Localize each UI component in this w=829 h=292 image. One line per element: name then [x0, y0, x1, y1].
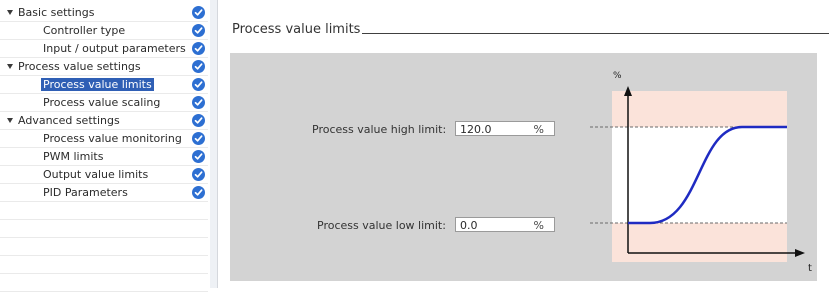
tree-item[interactable]: Advanced settings	[0, 112, 208, 130]
tree-item[interactable]: Input / output parameters	[0, 40, 208, 58]
tree-item-label: PID Parameters	[43, 186, 128, 199]
panel-splitter[interactable]	[210, 0, 218, 288]
tree-item-label: PWM limits	[43, 150, 104, 163]
check-circle-icon	[192, 42, 205, 55]
settings-panel: Process value high limit: 120.0 % Proces…	[230, 53, 817, 281]
empty-tree-row	[0, 274, 208, 292]
section-title-rule	[362, 33, 829, 34]
y-axis-label: %	[613, 71, 622, 81]
check-circle-icon	[192, 24, 205, 37]
tree-item[interactable]: Basic settings	[0, 4, 208, 22]
check-circle-icon	[192, 60, 205, 73]
lower-out-of-range-band	[612, 223, 787, 262]
empty-tree-row	[0, 202, 208, 220]
tree-item-label: Output value limits	[43, 168, 149, 181]
check-circle-icon	[192, 114, 205, 127]
limits-diagram: % t	[590, 71, 812, 274]
expand-arrow-icon[interactable]	[7, 10, 13, 15]
settings-tree: Basic settings Controller type Input / out…	[0, 0, 211, 292]
expand-arrow-icon[interactable]	[7, 64, 13, 69]
tree-item[interactable]: Controller type	[0, 22, 208, 40]
check-circle-icon	[192, 132, 205, 145]
tree-item-label: Process value scaling	[43, 96, 161, 109]
tree-item[interactable]: PWM limits	[0, 148, 208, 166]
tree-item[interactable]: Output value limits	[0, 166, 208, 184]
section-title: Process value limits	[232, 22, 361, 37]
check-circle-icon	[192, 96, 205, 109]
tree-item[interactable]: Process value monitoring	[0, 130, 208, 148]
content-area: Process value limits Process value high …	[218, 0, 829, 288]
tree-item[interactable]: Process value scaling	[0, 94, 208, 112]
x-axis-label: t	[808, 263, 812, 274]
check-circle-icon	[192, 150, 205, 163]
x-axis-arrow	[795, 249, 805, 257]
check-circle-icon	[192, 168, 205, 181]
empty-tree-row	[0, 256, 208, 274]
tree-item-label: Basic settings	[18, 6, 95, 19]
tree-item-label: Process value monitoring	[43, 132, 182, 145]
check-circle-icon	[192, 6, 205, 19]
tree-item[interactable]: PID Parameters	[0, 184, 208, 202]
check-circle-icon	[192, 78, 205, 91]
expand-arrow-icon[interactable]	[7, 118, 13, 123]
empty-tree-row	[0, 220, 208, 238]
check-circle-icon	[192, 186, 205, 199]
tree-item-label: Controller type	[43, 24, 126, 37]
tree-item[interactable]: Process value settings	[0, 58, 208, 76]
tree-item-label: Advanced settings	[18, 114, 120, 127]
upper-out-of-range-band	[612, 91, 787, 127]
tree-item-label: Input / output parameters	[43, 42, 186, 55]
tree-item-label: Process value settings	[18, 60, 141, 73]
empty-tree-row	[0, 238, 208, 256]
tree-item-label: Process value limits	[41, 78, 154, 91]
tree-item[interactable]: Process value limits	[0, 76, 208, 94]
